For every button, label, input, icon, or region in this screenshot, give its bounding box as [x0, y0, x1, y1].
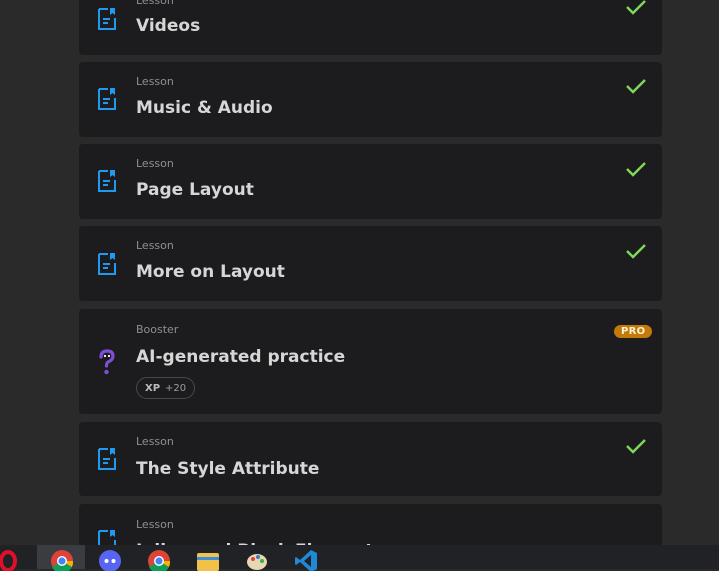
- lesson-doc-icon: [98, 253, 116, 275]
- vscode-icon[interactable]: [294, 547, 318, 571]
- lesson-card-music-audio[interactable]: Lesson Music & Audio: [79, 62, 662, 137]
- booster-card-ai-practice[interactable]: Booster AI-generated practice PRO XP +20: [79, 309, 662, 414]
- lesson-doc-icon: [98, 170, 116, 192]
- lesson-title: Music & Audio: [136, 98, 273, 118]
- lesson-doc-icon: [98, 448, 116, 470]
- chrome-icon[interactable]: [50, 547, 74, 571]
- lesson-card-style-attribute[interactable]: Lesson The Style Attribute: [79, 422, 662, 496]
- booster-title: AI-generated practice: [136, 347, 346, 367]
- lesson-card-more-on-layout[interactable]: Lesson More on Layout: [79, 226, 662, 301]
- lesson-title: Page Layout: [136, 180, 254, 200]
- paint-icon[interactable]: [245, 547, 269, 571]
- question-mark-icon: [99, 349, 115, 375]
- lesson-card-page-layout[interactable]: Lesson Page Layout: [79, 144, 662, 219]
- opera-icon[interactable]: [0, 547, 24, 571]
- pro-badge: PRO: [614, 325, 653, 338]
- xp-value: +20: [165, 382, 187, 394]
- lesson-kind: Lesson: [136, 435, 174, 448]
- check-icon: [626, 79, 646, 94]
- check-icon: [626, 244, 646, 259]
- check-icon: [626, 439, 646, 454]
- lesson-kind: Lesson: [136, 239, 174, 252]
- lesson-kind: Lesson: [136, 75, 174, 88]
- check-icon: [626, 0, 646, 15]
- lesson-kind: Lesson: [136, 157, 174, 170]
- discord-icon[interactable]: [98, 547, 122, 571]
- lesson-title: The Style Attribute: [136, 459, 320, 479]
- lesson-doc-icon: [98, 8, 116, 30]
- lesson-title: Videos: [136, 16, 201, 36]
- xp-label: XP: [145, 382, 161, 394]
- lesson-card-videos[interactable]: Lesson Videos: [79, 0, 662, 55]
- xp-reward-chip: XP +20: [136, 377, 196, 399]
- file-explorer-icon[interactable]: [196, 547, 220, 571]
- booster-kind: Booster: [136, 323, 179, 336]
- check-icon: [626, 162, 646, 177]
- lesson-title: More on Layout: [136, 262, 285, 282]
- lesson-doc-icon: [98, 88, 116, 110]
- taskbar: [0, 545, 719, 571]
- lesson-kind: Lesson: [136, 0, 174, 7]
- lesson-kind: Lesson: [136, 518, 174, 531]
- chrome-icon[interactable]: [147, 547, 171, 571]
